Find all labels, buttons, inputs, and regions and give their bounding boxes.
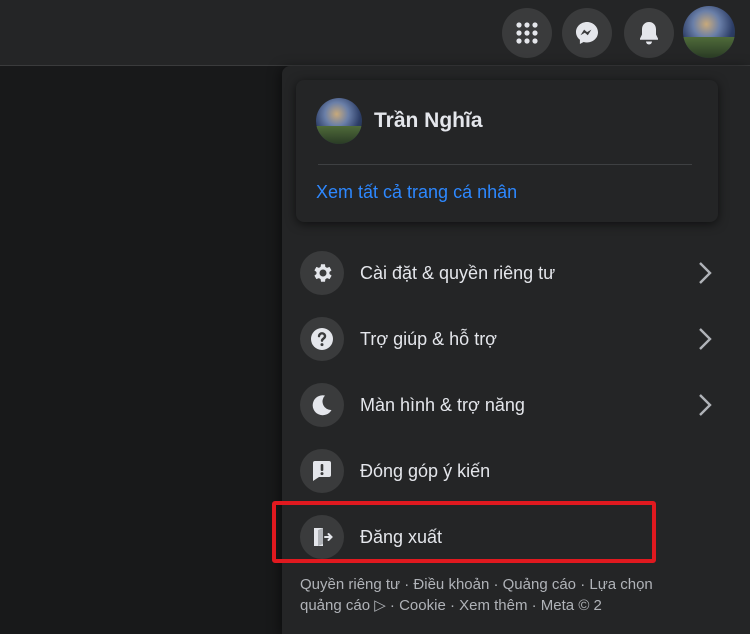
chevron-right-icon: [692, 392, 718, 418]
footer-links: Quyền riêng tư · Điều khoản · Quảng cáo …: [300, 574, 720, 616]
menu-item-settings-privacy[interactable]: Cài đặt & quyền riêng tư: [298, 244, 718, 302]
menu-item-label: Đóng góp ý kiến: [360, 460, 491, 481]
help-icon: [300, 317, 344, 361]
profile-name: Trần Nghĩa: [374, 109, 483, 132]
apps-grid-icon: [516, 22, 538, 44]
menu-item-label: Màn hình & trợ năng: [360, 394, 525, 415]
messenger-button[interactable]: [562, 8, 612, 58]
logout-highlight-box: [272, 501, 656, 563]
moon-icon: [300, 383, 344, 427]
gear-icon: [300, 251, 344, 295]
menu-apps-button[interactable]: [502, 8, 552, 58]
divider: [318, 164, 692, 165]
account-avatar[interactable]: [683, 6, 735, 58]
chevron-right-icon: [692, 326, 718, 352]
bell-icon: [640, 22, 658, 45]
notifications-button[interactable]: [624, 8, 674, 58]
footer-links-line-1[interactable]: Quyền riêng tư · Điều khoản · Quảng cáo …: [300, 576, 653, 593]
menu-item-feedback[interactable]: Đóng góp ý kiến: [298, 442, 718, 500]
feedback-icon: [300, 449, 344, 493]
footer-links-line-2[interactable]: quảng cáo ▷ · Cookie · Xem thêm · Meta ©…: [300, 597, 602, 614]
avatar: [316, 98, 362, 144]
menu-item-display-accessibility[interactable]: Màn hình & trợ năng: [298, 376, 718, 434]
see-all-profiles-link[interactable]: Xem tất cả trang cá nhân: [316, 182, 517, 203]
menu-item-help-support[interactable]: Trợ giúp & hỗ trợ: [298, 310, 718, 368]
chevron-right-icon: [692, 260, 718, 286]
menu-item-label: Trợ giúp & hỗ trợ: [360, 328, 497, 349]
profile-card: Trần Nghĩa Xem tất cả trang cá nhân: [296, 80, 718, 222]
messenger-icon: [576, 22, 598, 44]
profile-link-row[interactable]: Trần Nghĩa: [316, 98, 483, 144]
menu-item-label: Cài đặt & quyền riêng tư: [360, 262, 556, 283]
